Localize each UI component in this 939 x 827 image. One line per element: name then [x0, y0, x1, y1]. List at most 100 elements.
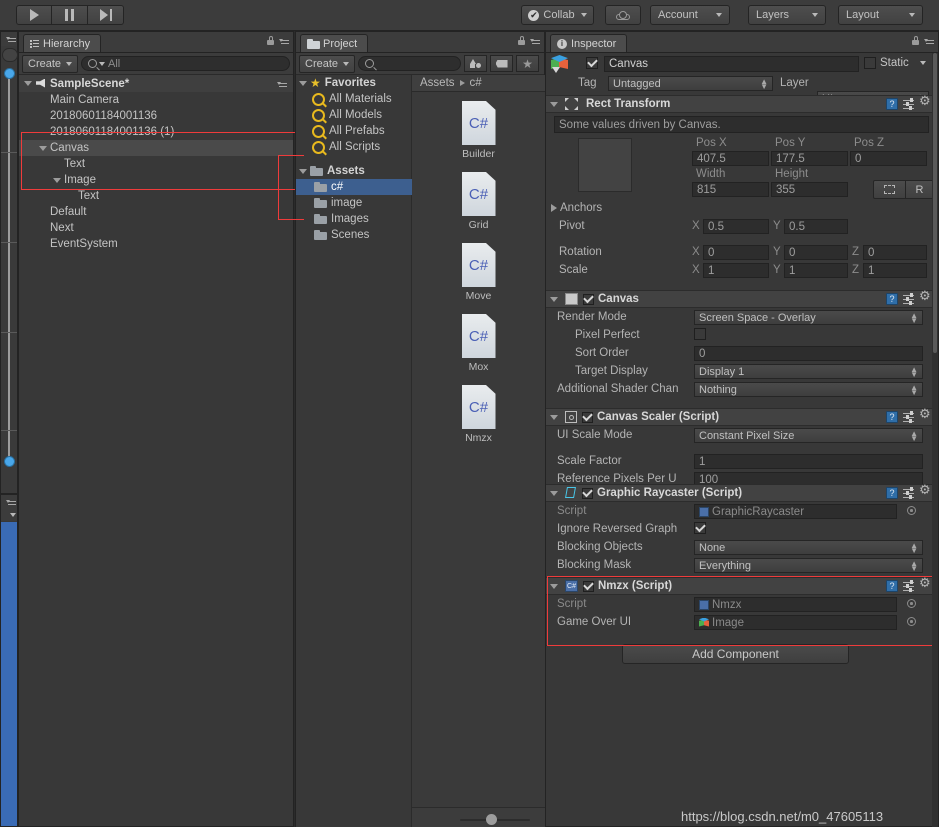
- project-folder-images[interactable]: Images: [296, 211, 411, 227]
- lock-icon[interactable]: [267, 36, 274, 45]
- project-menu-icon[interactable]: [530, 37, 540, 45]
- expand-arrow-icon[interactable]: [550, 296, 558, 302]
- layers-button[interactable]: Layers: [748, 5, 826, 25]
- hierarchy-item-default[interactable]: Default: [19, 204, 293, 220]
- hierarchy-item-text[interactable]: Text: [19, 188, 293, 204]
- object-field[interactable]: Nmzx: [694, 597, 897, 612]
- scene-strip-slider-handle-top[interactable]: [4, 68, 15, 79]
- gear-icon[interactable]: [919, 95, 932, 110]
- project-favorites-root[interactable]: ★ Favorites: [296, 75, 411, 91]
- object-picker-icon[interactable]: [907, 599, 916, 608]
- hierarchy-item-image[interactable]: Image: [19, 172, 293, 188]
- filter-by-type-button[interactable]: [464, 55, 488, 72]
- presets-icon[interactable]: [903, 97, 915, 111]
- expand-arrow-icon[interactable]: [53, 177, 61, 183]
- scene-strip-menu-icon[interactable]: [6, 35, 16, 43]
- rotation-z-input[interactable]: 0: [863, 245, 927, 260]
- project-create-button[interactable]: Create: [299, 54, 356, 73]
- project-favorite-all-materials[interactable]: All Materials: [296, 91, 411, 107]
- scene-strip-slider-handle-bottom[interactable]: [4, 456, 15, 467]
- help-icon[interactable]: ?: [886, 293, 898, 305]
- gear-icon[interactable]: [919, 290, 932, 305]
- gear-icon[interactable]: [919, 577, 932, 592]
- scale-x-input[interactable]: 1: [703, 263, 769, 278]
- help-icon[interactable]: ?: [886, 411, 898, 423]
- dropdown[interactable]: Everything ▲ ▼: [694, 558, 923, 573]
- presets-icon[interactable]: [903, 410, 915, 424]
- canvas-enabled-checkbox[interactable]: [583, 293, 594, 305]
- scale-z-input[interactable]: 1: [863, 263, 927, 278]
- expand-arrow-icon[interactable]: [39, 145, 47, 151]
- hierarchy-item-20180601184001136-1[interactable]: 20180601184001136 (1): [19, 124, 293, 140]
- filter-by-label-button[interactable]: [490, 55, 514, 72]
- scale-y-input[interactable]: 1: [784, 263, 848, 278]
- project-favorite-all-scripts[interactable]: All Scripts: [296, 139, 411, 155]
- hierarchy-menu-icon[interactable]: [279, 37, 289, 45]
- scene-context-menu-icon[interactable]: [277, 80, 287, 88]
- step-button[interactable]: [88, 5, 124, 25]
- expand-arrow-icon[interactable]: [551, 204, 557, 212]
- presets-icon[interactable]: [903, 579, 915, 593]
- hierarchy-scene-root[interactable]: SampleScene*: [19, 75, 293, 92]
- anchors-foldout[interactable]: Anchors: [551, 202, 602, 214]
- object-field[interactable]: Image: [694, 615, 897, 630]
- help-icon[interactable]: ?: [886, 98, 898, 110]
- expand-arrow-icon[interactable]: [550, 414, 558, 420]
- expand-arrow-icon[interactable]: [24, 81, 32, 86]
- canvas-scaler-header[interactable]: Canvas Scaler (Script) ?: [546, 408, 938, 426]
- layout-button[interactable]: Layout: [838, 5, 923, 25]
- filter-favorites-button[interactable]: ★: [516, 55, 540, 72]
- gear-icon[interactable]: [919, 408, 932, 423]
- gear-icon[interactable]: [919, 484, 932, 499]
- graphic-raycaster-enabled-checkbox[interactable]: [582, 487, 593, 499]
- height-input[interactable]: 355: [771, 182, 848, 197]
- dropdown[interactable]: Constant Pixel Size ▲ ▼: [694, 428, 923, 443]
- pivot-y-input[interactable]: 0.5: [784, 219, 848, 234]
- gameobject-name-input[interactable]: Canvas: [604, 56, 859, 72]
- dropdown[interactable]: Screen Space - Overlay ▲ ▼: [694, 310, 923, 325]
- text-input[interactable]: 1: [694, 454, 923, 469]
- asset-item-move[interactable]: C# Move: [412, 243, 545, 302]
- tab-hierarchy[interactable]: Hierarchy: [23, 34, 102, 52]
- game-strip-menu-icon[interactable]: [6, 498, 16, 506]
- width-input[interactable]: 815: [692, 182, 769, 197]
- expand-arrow-icon[interactable]: [550, 101, 558, 107]
- rotation-x-input[interactable]: 0: [703, 245, 769, 260]
- zoom-slider-handle[interactable]: [486, 814, 497, 825]
- dropdown[interactable]: None ▲ ▼: [694, 540, 923, 555]
- pos-y-input[interactable]: 177.5: [771, 151, 848, 166]
- hierarchy-item-next[interactable]: Next: [19, 220, 293, 236]
- project-folder-image[interactable]: image: [296, 195, 411, 211]
- nmzx-header[interactable]: C# Nmzx (Script) ?: [546, 577, 938, 595]
- lock-icon[interactable]: [912, 36, 919, 45]
- add-component-button[interactable]: Add Component: [622, 644, 849, 664]
- pivot-x-input[interactable]: 0.5: [703, 219, 769, 234]
- tab-inspector[interactable]: i Inspector: [550, 34, 628, 52]
- chevron-down-icon[interactable]: [920, 61, 926, 65]
- canvas-scaler-enabled-checkbox[interactable]: [582, 411, 593, 423]
- inspector-scrollbar-thumb[interactable]: [933, 53, 937, 353]
- blueprint-mode-button[interactable]: [873, 180, 906, 199]
- pos-x-input[interactable]: 407.5: [692, 151, 769, 166]
- object-field[interactable]: GraphicRaycaster: [694, 504, 897, 519]
- object-picker-icon[interactable]: [907, 506, 916, 515]
- pause-button[interactable]: [52, 5, 88, 25]
- text-input[interactable]: 0: [694, 346, 923, 361]
- account-button[interactable]: Account: [650, 5, 730, 25]
- chevron-down-icon[interactable]: [10, 513, 16, 517]
- help-icon[interactable]: ?: [886, 487, 898, 499]
- scene-strip-toggle[interactable]: [2, 48, 18, 62]
- inspector-scrollbar-track[interactable]: [932, 53, 938, 827]
- asset-item-mox[interactable]: C# Mox: [412, 314, 545, 373]
- help-icon[interactable]: ?: [886, 580, 898, 592]
- hierarchy-item-text[interactable]: Text: [19, 156, 293, 172]
- gameobject-enabled-checkbox[interactable]: [586, 57, 598, 69]
- nmzx-enabled-checkbox[interactable]: [583, 580, 594, 592]
- graphic-raycaster-header[interactable]: Graphic Raycaster (Script) ?: [546, 484, 938, 502]
- inspector-menu-icon[interactable]: [924, 37, 934, 45]
- object-picker-icon[interactable]: [907, 617, 916, 626]
- expand-arrow-icon[interactable]: [550, 583, 558, 589]
- cloud-services-button[interactable]: [605, 5, 641, 25]
- checkbox[interactable]: [694, 522, 706, 534]
- anchor-preset-button[interactable]: [578, 138, 632, 192]
